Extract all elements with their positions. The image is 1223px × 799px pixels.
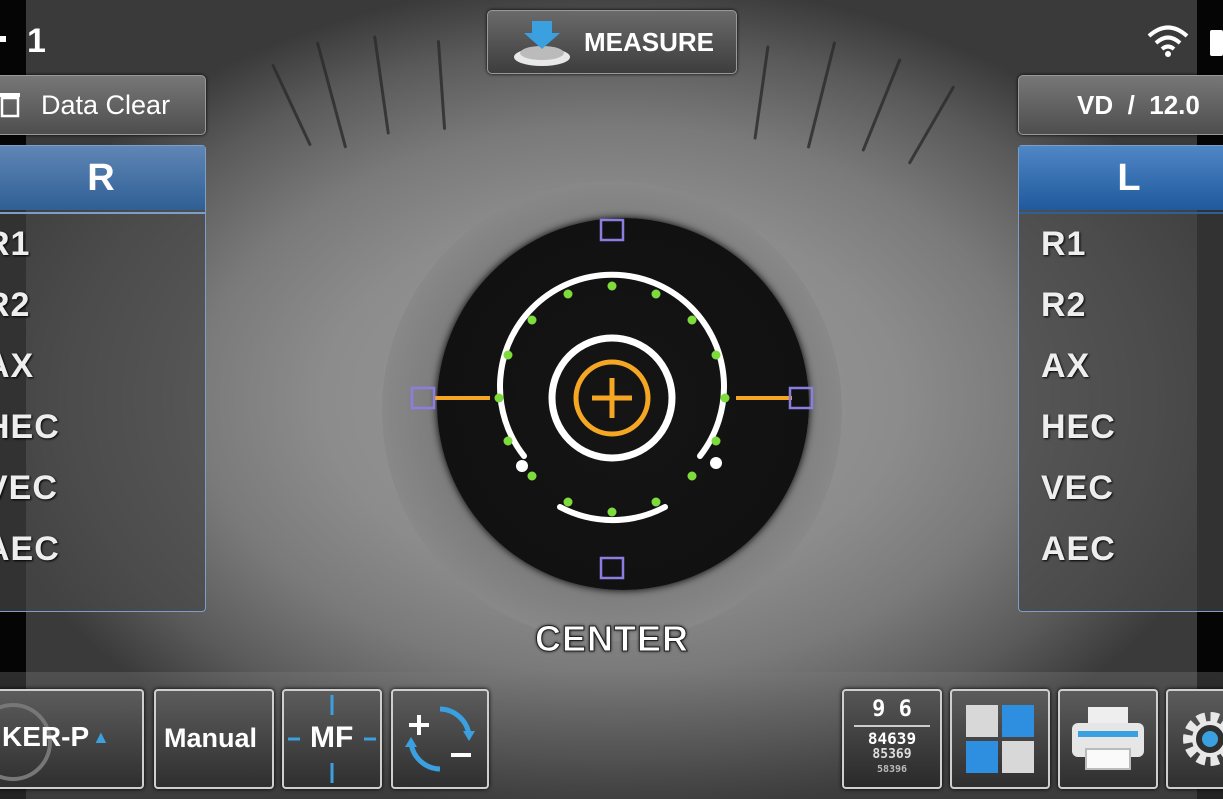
left-eye-panel: L R1 R2 AX HEC VEC AEC [1018, 145, 1223, 612]
data-display-line1: 9 6 [872, 697, 912, 722]
data-clear-label: Data Clear [41, 90, 171, 120]
measure-icon [514, 21, 570, 66]
counter-marker [0, 36, 6, 42]
mf-button[interactable]: MF [282, 689, 382, 789]
right-eye-item-vec: VEC [0, 469, 58, 507]
right-eye-header[interactable]: R [0, 146, 205, 210]
frame-marker-bottom [599, 556, 625, 580]
grid-layout-button[interactable] [950, 689, 1050, 789]
battery-icon [1210, 30, 1223, 56]
left-eye-item-vec: VEC [1041, 469, 1114, 507]
measure-label: MEASURE [584, 27, 715, 57]
print-button[interactable] [1058, 689, 1158, 789]
left-eye-measurements: R1 R2 AX HEC VEC AEC [1019, 212, 1223, 611]
left-eye-item-r1: R1 [1041, 225, 1087, 263]
left-eye-item-r2: R2 [1041, 286, 1087, 324]
frame-marker-left [410, 386, 436, 410]
rotate-plus-minus-icon [405, 706, 475, 772]
data-clear-button[interactable]: Data Clear [0, 75, 206, 135]
printer-icon [1072, 707, 1144, 770]
measure-counter: 1 [27, 22, 46, 60]
mode-label: KER-P [2, 721, 90, 752]
frame-marker-right [788, 386, 814, 410]
right-eye-panel: R R1 R2 AX HEC VEC AEC [0, 145, 206, 612]
left-eye-item-hec: HEC [1041, 408, 1116, 446]
mf-label: MF [310, 721, 354, 754]
data-display-button[interactable]: 9 6 84639 85369 58396 [842, 689, 942, 789]
manual-label: Manual [164, 723, 258, 753]
right-eye-item-hec: HEC [0, 408, 60, 446]
grid-layout-icon [966, 705, 1034, 773]
measure-button[interactable]: MEASURE [487, 10, 737, 74]
wifi-icon [1147, 25, 1189, 57]
left-eye-header[interactable]: L [1019, 146, 1223, 210]
manual-button[interactable]: Manual [154, 689, 274, 789]
right-eye-item-ax: AX [0, 347, 35, 385]
trash-icon [0, 93, 20, 118]
left-eye-item-aec: AEC [1041, 530, 1116, 568]
data-display-divider [854, 725, 930, 727]
alignment-status: CENTER [534, 618, 689, 660]
data-display-line4: 58396 [876, 764, 908, 775]
right-eye-item-aec: AEC [0, 530, 60, 568]
gear-icon [1183, 712, 1223, 766]
right-eye-item-r2: R2 [0, 286, 31, 324]
mode-dropdown-icon: ▲ [92, 727, 110, 747]
vd-value: VD / 12.0 [1077, 90, 1200, 120]
left-eye-item-ax: AX [1041, 347, 1091, 385]
vd-setting-button[interactable]: VD / 12.0 [1018, 75, 1223, 135]
rotate-plus-minus-button[interactable] [391, 689, 489, 789]
right-eye-item-r1: R1 [0, 225, 31, 263]
data-display-line2: 84639 [867, 729, 917, 748]
outer-ring-arc [497, 271, 727, 459]
mode-button[interactable]: KER-P ▲ [0, 689, 144, 789]
data-display-line3: 85369 [872, 747, 912, 762]
frame-marker-top [599, 218, 625, 242]
settings-button[interactable] [1166, 689, 1223, 789]
right-eye-measurements: R1 R2 AX HEC VEC AEC [0, 212, 205, 611]
